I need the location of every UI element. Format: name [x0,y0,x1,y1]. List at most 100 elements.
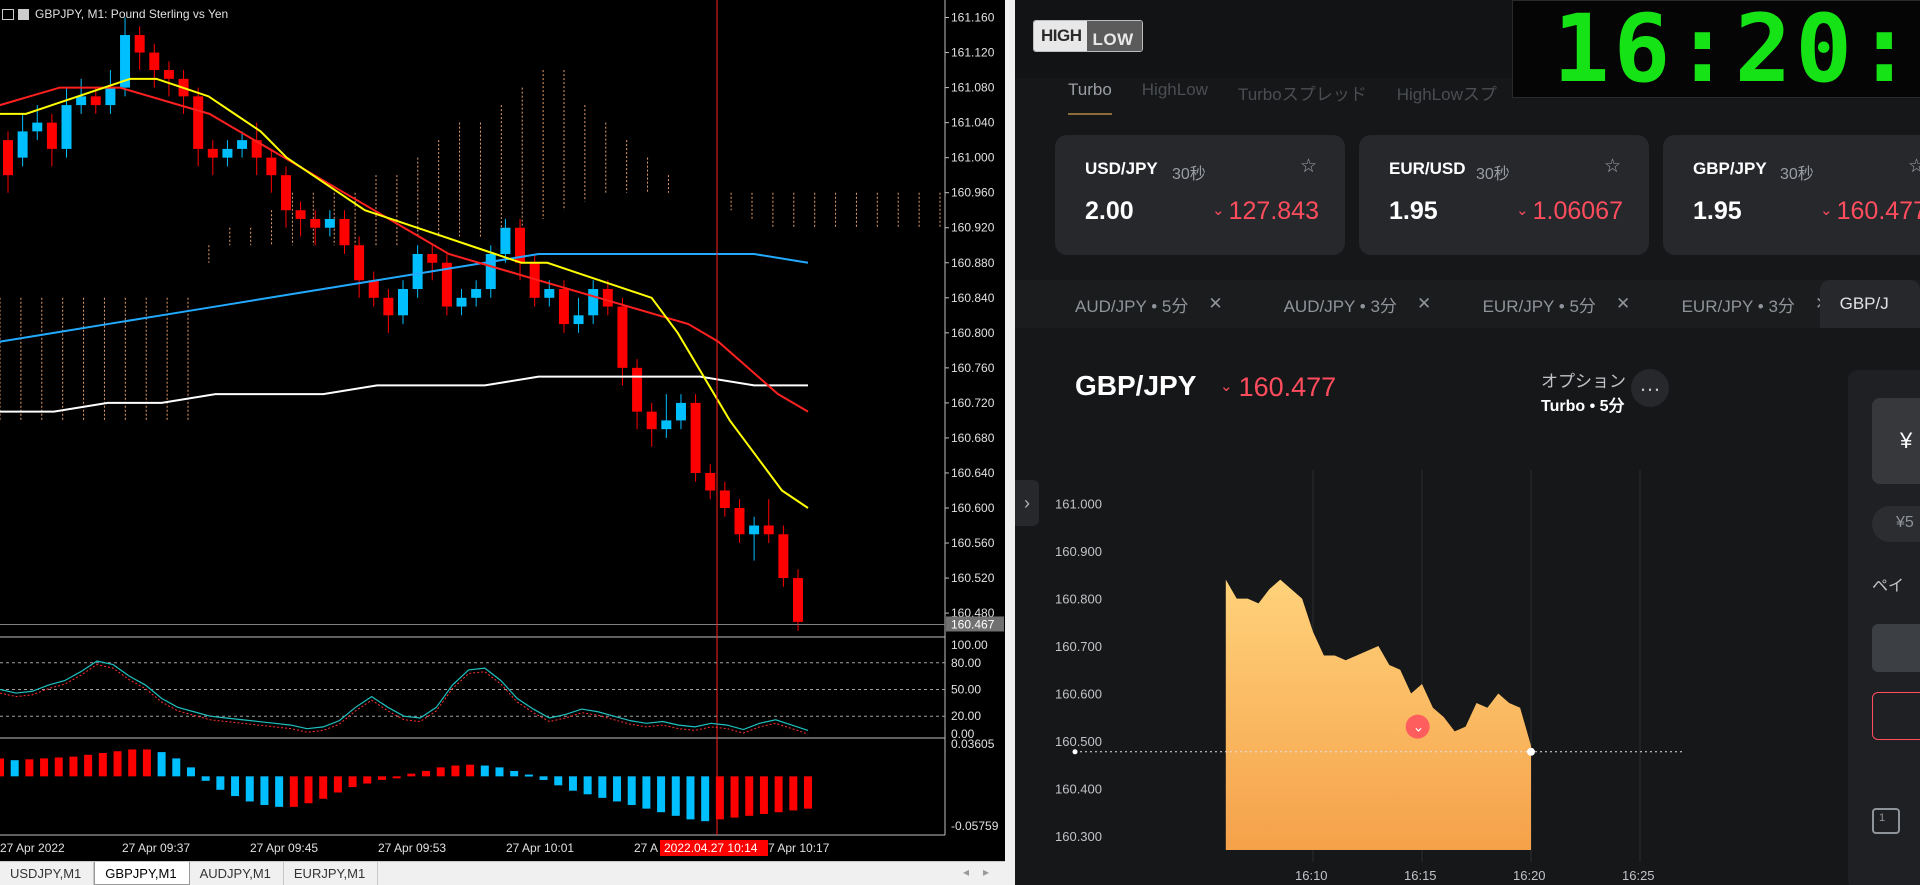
investment-amount-input[interactable]: ¥ [1872,398,1920,484]
candle-body [690,402,701,473]
high-button[interactable] [1872,624,1920,672]
asset-tab-label: GBP/J [1839,294,1889,313]
mt5-tab-eurjpy[interactable]: EURJPY,M1 [284,862,379,885]
asset-card-price: ⌄ 1.06067 [1516,197,1623,226]
mt5-tab-usdjpy[interactable]: USDJPY,M1 [0,862,95,885]
mode-tab-highlow-spread[interactable]: HighLowスプ [1397,80,1497,115]
quick-amount-chip[interactable]: ¥5 [1872,506,1920,542]
candle-body [295,210,306,219]
macd-bar [128,749,137,777]
candle-body [222,148,233,158]
macd-bar [671,776,680,816]
time-axis-label: 27 A [634,841,658,855]
macd-bar [745,776,754,816]
candle-body [471,289,482,298]
highlow-window: HIGH LOW Turbo HighLow Turboスプレッド HighLo… [1015,0,1920,885]
highlow-price-chart[interactable]: 161.000 160.900 160.800 160.700 160.600 160.5… [1055,470,1685,885]
chevron-right-icon[interactable]: › [1015,480,1039,526]
time-axis-label: 27 Apr 09:37 [122,841,190,855]
close-icon[interactable]: ✕ [1208,294,1222,314]
candle-body [193,96,204,149]
low-button[interactable] [1872,692,1920,740]
cursor-time-label: 2022.04.27 10:14 [664,841,758,855]
asset-tab-label: EUR/JPY • 5分 [1482,296,1596,316]
macd-bar [627,776,636,806]
current-price-dot [1527,747,1535,756]
candle-body [558,289,569,325]
macd-bar [392,776,401,779]
macd-bar [701,776,710,822]
candle-body [3,140,13,176]
asset-tab-active[interactable]: GBP/J [1819,280,1920,328]
candle-body [354,245,365,281]
star-icon[interactable]: ☆ [1300,155,1317,178]
asset-tab-label: EUR/JPY • 3分 [1681,296,1795,316]
asset-tab[interactable]: EUR/JPY • 3分✕ [1621,280,1830,328]
price-axis-label: 160.520 [951,571,995,585]
macd-bar [759,776,768,815]
more-options-icon[interactable]: … [1631,369,1669,407]
star-icon[interactable]: ☆ [1908,155,1920,178]
price-axis-label: 161.120 [951,46,995,60]
option-value: Turbo • 5分 [1541,398,1625,415]
asset-tab[interactable]: EUR/JPY • 5分 ✕ [1422,280,1631,328]
asset-tab[interactable]: AUD/JPY • 5分 ✕ [1015,280,1223,328]
price-axis-label: 160.800 [951,326,995,340]
rsi-signal-line [0,664,809,735]
asset-tab[interactable]: AUD/JPY • 3分 ✕ [1223,280,1432,328]
macd-bar [554,776,563,786]
mode-tab-turbo[interactable]: Turbo [1068,80,1112,115]
mt5-tab-audjpy[interactable]: AUDJPY,M1 [190,862,284,885]
tab-scroll-right-icon[interactable]: ▸ [983,865,989,885]
mode-tab-highlow[interactable]: HighLow [1142,80,1208,115]
mt5-chart[interactable]: 161.160 161.120 161.080 161.040 161.000 160.9… [0,0,1005,860]
asset-cards: USD/JPY 30秒 ☆ 2.00 ⌄ 127.843 EUR/USD 30秒 … [1055,135,1920,255]
macd-bar [686,776,695,820]
y-axis-label: 160.900 [1055,544,1102,559]
mode-tab-turbo-spread[interactable]: Turboスプレッド [1238,80,1367,115]
candle-body [632,367,643,412]
highlow-logo[interactable]: HIGH LOW [1033,20,1143,52]
chart-asset-title: GBP/JPY [1075,370,1197,401]
candle-body [280,175,291,211]
one-click-icon[interactable]: 1 [1872,808,1900,834]
asset-card-gbpjpy[interactable]: GBP/JPY 30秒 ☆ 1.95 ⌄ 160.477 [1663,135,1920,255]
price-axis-label: 160.960 [951,186,995,200]
candle-body [237,140,248,149]
time-axis-label: 27 Apr 09:45 [250,841,318,855]
candle-body [617,306,628,368]
window-splitter[interactable] [1005,0,1015,885]
macd-bar [10,760,19,777]
trade-panel: ¥ ¥5 ペイ 1 [1848,370,1920,885]
price-axis-label: 160.840 [951,291,995,305]
macd-bar [275,776,284,807]
candle-body [310,218,321,228]
macd-bar [231,776,240,797]
asset-card-pair: USD/JPY [1085,159,1158,178]
rsi-axis-label: 80.00 [951,656,981,670]
candle-body [163,70,174,79]
candle-body [646,411,657,430]
asset-card-pair: EUR/USD [1389,159,1466,178]
asset-card-eurusd[interactable]: EUR/USD 30秒 ☆ 1.95 ⌄ 1.06067 [1359,135,1649,255]
star-icon[interactable]: ☆ [1604,155,1621,178]
tab-scroll-left-icon[interactable]: ◂ [963,865,969,885]
asset-card-usdjpy[interactable]: USD/JPY 30秒 ☆ 2.00 ⌄ 127.843 [1055,135,1345,255]
macd-bar [495,767,504,777]
y-axis-label: 160.700 [1055,639,1102,654]
price-axis-label: 160.720 [951,396,995,410]
macd-bar [245,776,254,802]
logo-part-high: HIGH [1034,21,1087,51]
price-axis-label: 161.000 [951,151,995,165]
macd-bar [451,765,460,777]
candle-body [749,525,760,535]
macd-bar [568,776,577,791]
asset-card-price-value: 1.06067 [1532,197,1623,225]
price-axis-label: 160.600 [951,501,995,515]
x-axis-label: 16:20 [1513,868,1546,883]
macd-bar [613,776,622,802]
candle-body [368,280,379,298]
candle-body [485,254,496,290]
price-axis-label: 160.560 [951,536,995,550]
mt5-tab-gbpjpy[interactable]: GBPJPY,M1 [94,862,190,885]
